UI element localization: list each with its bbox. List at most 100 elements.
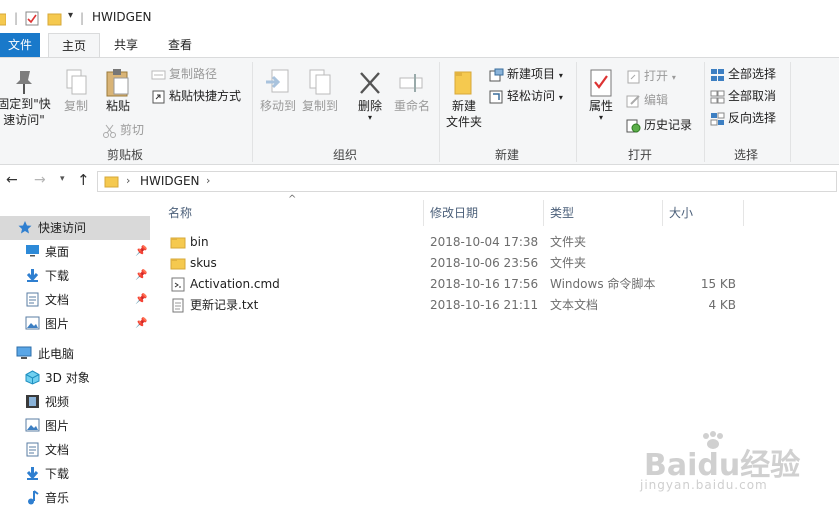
address-bar-row: ← → ▾ ↑ › HWIDGEN › — [0, 166, 839, 196]
back-arrow-icon[interactable]: ← — [6, 172, 18, 188]
select-all-button[interactable]: 全部选择 — [710, 64, 776, 84]
sidebar-item-downloads-pc[interactable]: 下载 — [0, 462, 150, 486]
sidebar-item-videos[interactable]: 视频 — [0, 390, 150, 414]
address-box[interactable]: › HWIDGEN › — [97, 171, 837, 192]
copy-path-button[interactable]: 复制路径 — [151, 64, 217, 84]
sidebar-item-label: 图片 — [45, 317, 70, 331]
pin-icon[interactable]: 📌 — [135, 288, 147, 312]
properties-quick-icon[interactable] — [25, 11, 39, 26]
customize-toolbar-icon[interactable]: ▾ — [68, 10, 73, 21]
cube-icon — [25, 370, 40, 385]
separator: | — [80, 11, 85, 25]
column-header-date[interactable]: 修改日期 — [430, 202, 478, 224]
column-separator[interactable] — [423, 200, 424, 226]
file-row[interactable]: skus 2018-10-06 23:56 文件夹 — [168, 253, 768, 274]
paste-button[interactable]: 粘贴 — [100, 68, 136, 114]
sidebar-item-label: 音乐 — [45, 491, 70, 505]
column-separator[interactable] — [662, 200, 663, 226]
sidebar-item-pictures-pc[interactable]: 图片 — [0, 414, 150, 438]
easy-access-label: 轻松访问 — [507, 89, 556, 103]
rename-button[interactable]: 重命名 — [390, 68, 434, 114]
cut-button[interactable]: 剪切 — [102, 120, 144, 140]
tab-view[interactable]: 查看 — [158, 33, 202, 57]
sidebar-item-downloads[interactable]: 下载 📌 — [0, 264, 150, 288]
properties-button[interactable]: 属性 ▾ — [583, 68, 619, 122]
pin-icon[interactable]: 📌 — [135, 312, 147, 336]
open-label: 打开 — [644, 69, 669, 83]
select-none-label: 全部取消 — [728, 89, 777, 103]
breadcrumb-chevron-icon[interactable]: › — [126, 174, 130, 187]
column-header-name[interactable]: 名称 — [168, 202, 192, 224]
pictures-icon — [25, 418, 40, 432]
edit-button[interactable]: 编辑 — [626, 90, 668, 110]
invert-selection-button[interactable]: 反向选择 — [710, 108, 776, 128]
pin-label-line1: 固定到"快 — [0, 97, 51, 111]
baidu-watermark: Baidu经验 jingyan.baidu.com — [640, 430, 830, 508]
column-header-size[interactable]: 大小 — [669, 202, 693, 224]
new-item-button[interactable]: 新建项目 ▾ — [489, 64, 563, 84]
sidebar-item-documents[interactable]: 文档 📌 — [0, 288, 150, 312]
watermark-url: jingyan.baidu.com — [640, 478, 768, 492]
delete-button[interactable]: 删除 ▾ — [353, 68, 387, 122]
group-label-select: 选择 — [733, 148, 758, 162]
paste-label: 粘贴 — [105, 99, 130, 113]
forward-arrow-icon[interactable]: → — [34, 172, 46, 188]
pin-quick-access-button[interactable]: 固定到"快 速访问" — [0, 68, 54, 128]
column-separator[interactable] — [543, 200, 544, 226]
history-button[interactable]: 历史记录 — [626, 115, 692, 135]
sidebar-item-3d-objects[interactable]: 3D 对象 — [0, 366, 150, 390]
tab-share[interactable]: 共享 — [104, 33, 148, 57]
download-arrow-icon — [26, 467, 39, 480]
new-folder-quick-icon[interactable] — [47, 12, 62, 26]
tab-file[interactable]: 文件 — [0, 33, 40, 57]
sort-ascending-icon[interactable]: ^ — [288, 194, 296, 205]
breadcrumb-chevron-icon[interactable]: › — [206, 174, 210, 187]
paste-shortcut-button[interactable]: 粘贴快捷方式 — [151, 86, 241, 106]
sidebar-item-quick-access[interactable]: 快速访问 — [0, 216, 150, 240]
pin-label-line2: 速访问" — [3, 113, 45, 127]
file-row[interactable]: Activation.cmd 2018-10-16 17:56 Windows … — [168, 274, 768, 295]
column-separator[interactable] — [743, 200, 744, 226]
up-arrow-icon[interactable]: ↑ — [77, 171, 90, 189]
file-date: 2018-10-04 17:38 — [430, 235, 539, 249]
pin-icon[interactable]: 📌 — [135, 264, 147, 288]
select-none-button[interactable]: 全部取消 — [710, 86, 776, 106]
sidebar-item-music[interactable]: 音乐 — [0, 486, 150, 510]
download-arrow-icon — [26, 269, 39, 282]
sidebar-item-pictures[interactable]: 图片 📌 — [0, 312, 150, 336]
properties-dropdown-icon[interactable]: ▾ — [583, 114, 619, 122]
group-label-open: 打开 — [627, 148, 652, 162]
pin-icon — [16, 71, 32, 94]
file-type: 文本文档 — [550, 298, 599, 312]
sidebar-item-documents-pc[interactable]: 文档 — [0, 438, 150, 462]
sidebar-item-label: 图片 — [45, 419, 70, 433]
history-icon — [626, 119, 641, 132]
copy-button[interactable]: 复制 — [60, 68, 92, 114]
sidebar-item-label: 文档 — [45, 443, 70, 457]
easy-access-button[interactable]: 轻松访问 ▾ — [489, 86, 563, 106]
group-separator — [790, 62, 791, 162]
sidebar-item-label: 桌面 — [45, 245, 70, 259]
open-button[interactable]: 打开 ▾ — [626, 66, 676, 86]
ribbon: 固定到"快 速访问" 复制 粘贴 复制路径 粘贴快捷方式 剪切 剪贴板 移动到 … — [0, 57, 839, 165]
column-header-type[interactable]: 类型 — [550, 202, 574, 224]
sidebar-item-this-pc[interactable]: 此电脑 — [0, 342, 150, 366]
document-icon — [26, 292, 39, 307]
delete-dropdown-icon[interactable]: ▾ — [353, 114, 387, 122]
copy-to-button[interactable]: 复制到 — [300, 68, 340, 114]
file-row[interactable]: 更新记录.txt 2018-10-16 21:11 文本文档 4 KB — [168, 295, 768, 316]
recent-locations-icon[interactable]: ▾ — [60, 174, 65, 184]
breadcrumb-hwidgen[interactable]: HWIDGEN — [140, 174, 200, 188]
sidebar-item-desktop[interactable]: 桌面 📌 — [0, 240, 150, 264]
file-date: 2018-10-16 21:11 — [430, 298, 539, 312]
new-folder-button[interactable]: 新建 文件夹 — [444, 68, 484, 130]
move-to-button[interactable]: 移动到 — [258, 68, 298, 114]
pictures-icon — [25, 316, 40, 330]
pin-icon[interactable]: 📌 — [135, 240, 147, 264]
file-row[interactable]: bin 2018-10-04 17:38 文件夹 — [168, 232, 768, 253]
script-icon — [171, 277, 185, 292]
folder-icon — [0, 13, 6, 26]
group-label-clipboard: 剪贴板 — [106, 148, 143, 162]
copy-to-label: 复制到 — [301, 99, 338, 113]
tab-home[interactable]: 主页 — [48, 33, 100, 57]
